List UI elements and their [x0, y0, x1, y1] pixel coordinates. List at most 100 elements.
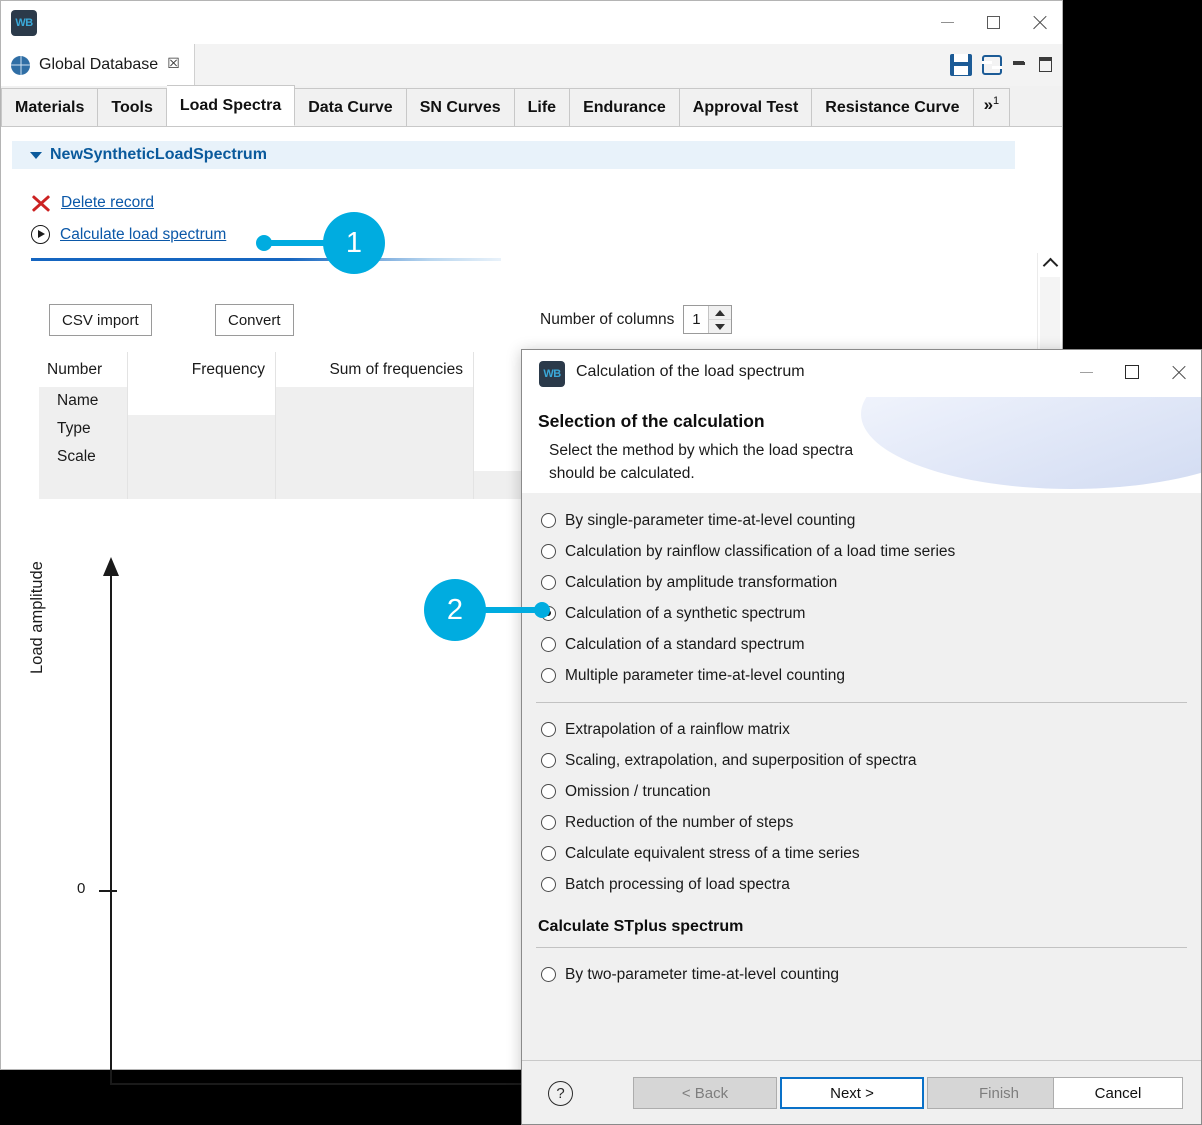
finish-button[interactable]: Finish — [927, 1077, 1071, 1109]
radio-button-icon[interactable] — [541, 784, 556, 799]
cell-empty-3[interactable] — [275, 471, 473, 499]
cell-type-frequency[interactable] — [127, 415, 275, 443]
tab-data-curve[interactable]: Data Curve — [295, 88, 406, 126]
tab-label: SN Curves — [420, 99, 501, 117]
radio-equivalent-stress-time-series[interactable]: Calculate equivalent stress of a time se… — [522, 838, 1201, 869]
scroll-up-button[interactable] — [1038, 253, 1062, 275]
tab-label: Resistance Curve — [825, 99, 959, 117]
radio-button-icon[interactable] — [541, 722, 556, 737]
tab-overflow-button[interactable]: »1 — [974, 88, 1011, 126]
tab-life[interactable]: Life — [515, 88, 570, 126]
tab-resistance-curve[interactable]: Resistance Curve — [812, 88, 973, 126]
cancel-button[interactable]: Cancel — [1053, 1077, 1183, 1109]
stepper-increment-button[interactable] — [709, 306, 731, 320]
record-header[interactable]: NewSyntheticLoadSpectrum — [12, 141, 1015, 169]
back-button[interactable]: < Back — [633, 1077, 777, 1109]
radio-label: Calculation of a standard spectrum — [565, 636, 805, 654]
minimize-icon — [1080, 372, 1093, 373]
view-tab-global-database[interactable]: Global Database ☒ — [1, 44, 195, 86]
radio-button-icon[interactable] — [541, 544, 556, 559]
cell-name-label[interactable]: Name — [39, 387, 127, 415]
tab-load-spectra[interactable]: Load Spectra — [167, 85, 295, 126]
radio-scaling-extrapolation-superposition[interactable]: Scaling, extrapolation, and superpositio… — [522, 745, 1201, 776]
stplus-section-heading: Calculate STplus spectrum — [522, 918, 1201, 936]
radio-amplitude-transformation[interactable]: Calculation by amplitude transformation — [522, 567, 1201, 598]
radio-button-icon[interactable] — [541, 967, 556, 982]
tab-approval-test[interactable]: Approval Test — [680, 88, 813, 126]
chevron-up-icon — [1042, 258, 1058, 274]
cell-name-frequency[interactable] — [127, 387, 275, 415]
radio-button-icon[interactable] — [541, 668, 556, 683]
radio-label: Omission / truncation — [565, 783, 711, 801]
tab-materials[interactable]: Materials — [1, 88, 98, 126]
cell-scale-sum[interactable] — [275, 443, 473, 471]
help-icon[interactable]: ? — [548, 1081, 573, 1106]
window-maximize-button[interactable] — [970, 1, 1016, 44]
dialog-logo-icon: WB — [539, 361, 565, 387]
chevron-right-icon: » — [984, 95, 993, 115]
radio-synthetic-spectrum[interactable]: Calculation of a synthetic spectrum — [522, 598, 1201, 629]
maximize-view-icon[interactable] — [1038, 56, 1054, 74]
radio-button-icon[interactable] — [541, 846, 556, 861]
delete-record-label[interactable]: Delete record — [61, 194, 154, 212]
tab-sn-curves[interactable]: SN Curves — [407, 88, 515, 126]
radio-button-icon[interactable] — [541, 753, 556, 768]
convert-button[interactable]: Convert — [215, 304, 294, 336]
view-tab-close-icon[interactable]: ☒ — [167, 58, 180, 72]
maximize-icon — [1125, 365, 1139, 379]
tab-endurance[interactable]: Endurance — [570, 88, 680, 126]
radio-batch-processing-load-spectra[interactable]: Batch processing of load spectra — [522, 869, 1201, 900]
dialog-maximize-button[interactable] — [1109, 350, 1155, 394]
column-header-number[interactable]: Number — [39, 352, 127, 387]
dialog-close-button[interactable] — [1155, 350, 1201, 394]
radio-extrapolation-rainflow-matrix[interactable]: Extrapolation of a rainflow matrix — [522, 714, 1201, 745]
radio-multiple-parameter-time-at-level[interactable]: Multiple parameter time-at-level countin… — [522, 660, 1201, 691]
number-of-columns-stepper[interactable]: 1 — [683, 305, 732, 334]
red-x-icon — [31, 193, 51, 213]
window-close-button[interactable] — [1016, 1, 1062, 44]
radio-reduction-number-of-steps[interactable]: Reduction of the number of steps — [522, 807, 1201, 838]
cell-type-sum[interactable] — [275, 415, 473, 443]
cell-empty-2[interactable] — [127, 471, 275, 499]
save-icon[interactable] — [950, 54, 972, 76]
radio-single-parameter-time-at-level[interactable]: By single-parameter time-at-level counti… — [522, 505, 1201, 536]
radio-button-icon[interactable] — [541, 877, 556, 892]
radio-standard-spectrum[interactable]: Calculation of a standard spectrum — [522, 629, 1201, 660]
number-of-columns-label: Number of columns — [540, 311, 674, 329]
radio-label: Reduction of the number of steps — [565, 814, 793, 832]
radio-button-icon[interactable] — [541, 815, 556, 830]
cell-name-sum[interactable] — [275, 387, 473, 415]
radio-label: Extrapolation of a rainflow matrix — [565, 721, 790, 739]
close-icon — [1170, 364, 1187, 381]
group-divider — [536, 947, 1187, 948]
dialog-title: Calculation of the load spectrum — [576, 363, 805, 381]
chevron-down-icon[interactable] — [30, 152, 42, 159]
radio-button-icon[interactable] — [541, 513, 556, 528]
calculate-load-spectrum-label[interactable]: Calculate load spectrum — [60, 226, 226, 244]
next-button[interactable]: Next > — [780, 1077, 924, 1109]
sync-icon[interactable] — [982, 55, 1002, 75]
csv-import-button[interactable]: CSV import — [49, 304, 152, 336]
cell-empty-1[interactable] — [39, 471, 127, 499]
minimize-view-icon[interactable] — [1012, 57, 1028, 73]
radio-omission-truncation[interactable]: Omission / truncation — [522, 776, 1201, 807]
tab-label: Load Spectra — [180, 97, 281, 115]
delete-record-action[interactable]: Delete record — [31, 193, 154, 213]
dialog-minimize-button[interactable] — [1063, 350, 1109, 394]
cell-scale-label[interactable]: Scale — [39, 443, 127, 471]
dialog-logo-text: WB — [543, 368, 560, 380]
radio-rainflow-classification[interactable]: Calculation by rainflow classification o… — [522, 536, 1201, 567]
stepper-decrement-button[interactable] — [709, 320, 731, 333]
tab-tools[interactable]: Tools — [98, 88, 166, 126]
overflow-count: 1 — [993, 95, 999, 107]
radio-label: Calculation by amplitude transformation — [565, 574, 837, 592]
cell-type-label[interactable]: Type — [39, 415, 127, 443]
radio-two-parameter-time-at-level[interactable]: By two-parameter time-at-level counting — [522, 959, 1201, 990]
column-header-sum-of-frequencies[interactable]: Sum of frequencies — [275, 352, 473, 387]
column-header-frequency[interactable]: Frequency — [127, 352, 275, 387]
calculate-load-spectrum-action[interactable]: Calculate load spectrum — [31, 225, 226, 244]
cell-scale-frequency[interactable] — [127, 443, 275, 471]
window-minimize-button[interactable] — [924, 1, 970, 44]
number-of-columns-value[interactable]: 1 — [684, 306, 708, 333]
dialog-description-line-1: Select the method by which the load spec… — [549, 442, 853, 460]
